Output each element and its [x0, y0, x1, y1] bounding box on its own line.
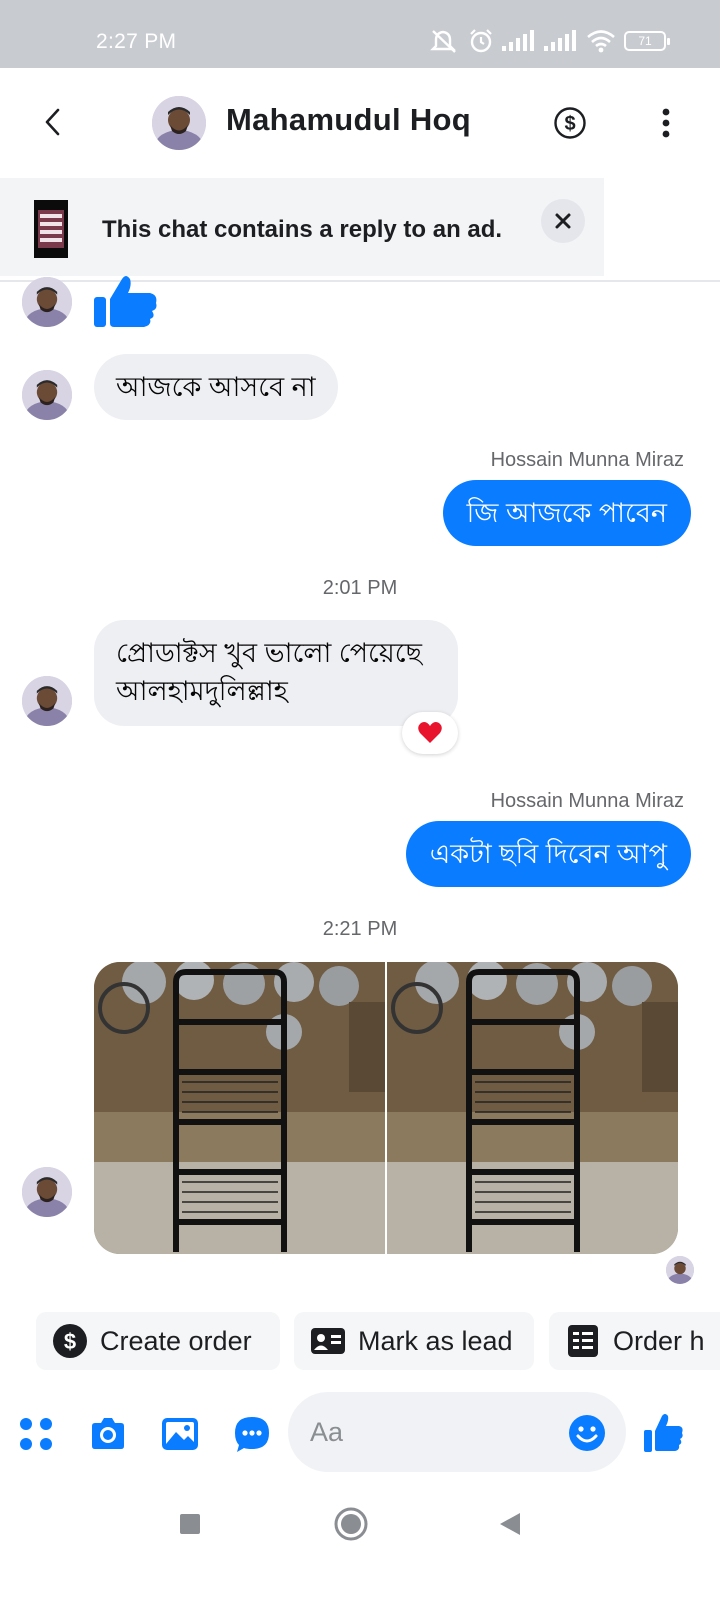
message-text: আজকে আসবে না: [116, 372, 316, 402]
ad-banner-text: This chat contains a reply to an ad.: [102, 216, 503, 243]
photo-attachment[interactable]: [387, 962, 678, 1254]
status-bar: 2:27 PM 71: [0, 0, 720, 68]
document-list-icon: [568, 1325, 598, 1357]
status-time: 2:27 PM: [96, 30, 177, 53]
message-text: জি আজকে পাবেন: [466, 498, 667, 528]
sender-name: Hossain Munna Miraz: [490, 449, 684, 471]
message-text: একটা ছবি দিবেন আপু: [429, 839, 667, 869]
home-icon[interactable]: [334, 1507, 368, 1541]
system-navigation-bar: [0, 1490, 720, 1600]
dollar-circle-icon: $: [53, 1324, 87, 1358]
status-icons: 71: [430, 28, 670, 54]
alarm-icon: [470, 29, 492, 53]
ad-thumbnail: [34, 200, 68, 258]
mark-as-lead-label: Mark as lead: [358, 1325, 513, 1356]
back-nav-icon[interactable]: [496, 1510, 524, 1538]
close-icon: [555, 213, 571, 229]
avatar[interactable]: [22, 277, 72, 327]
quick-actions-bar: $ Create order Mark as lead Order h: [0, 1312, 720, 1370]
contact-name[interactable]: Mahamudul Hoq: [226, 102, 471, 138]
create-order-label: Create order: [100, 1325, 252, 1356]
signal-1-icon: [502, 30, 534, 51]
create-order-button[interactable]: $ Create order: [36, 1312, 280, 1370]
heart-icon: [418, 722, 442, 743]
svg-text:$: $: [64, 1329, 76, 1354]
seen-indicator-avatar: [666, 1256, 694, 1284]
order-history-label: Order h: [613, 1325, 705, 1356]
contact-card-icon: [311, 1328, 345, 1354]
smiley-icon[interactable]: [568, 1414, 606, 1452]
dollar-circle-icon[interactable]: $: [553, 106, 587, 140]
avatar-photo: [152, 96, 206, 150]
apps-icon[interactable]: [16, 1414, 56, 1454]
message-text-line: আলহামদুলিল্লাহ: [116, 676, 288, 706]
order-history-button[interactable]: Order h: [549, 1312, 720, 1370]
more-vertical-icon[interactable]: [650, 106, 682, 140]
image-icon[interactable]: [160, 1414, 200, 1454]
wifi-icon: [587, 30, 615, 53]
mute-icon: [430, 30, 456, 53]
chat-bubble-icon[interactable]: [232, 1414, 272, 1454]
message-text-line: প্রোডাক্টস খুব ভালো পেয়েছে: [116, 638, 423, 668]
close-button[interactable]: [541, 199, 585, 243]
chat-header: Mahamudul Hoq $: [0, 68, 720, 176]
svg-text:$: $: [564, 113, 575, 135]
avatar[interactable]: [22, 370, 72, 420]
photo-attachment[interactable]: [94, 962, 385, 1254]
ad-reply-banner: This chat contains a reply to an ad.: [0, 178, 604, 276]
avatar[interactable]: [152, 96, 206, 150]
message-composer: [0, 1392, 720, 1474]
battery-indicator: 71: [624, 31, 670, 51]
timestamp: 2:21 PM: [322, 918, 398, 940]
chevron-left-icon[interactable]: [36, 100, 72, 144]
thumbs-up-icon[interactable]: [642, 1412, 684, 1454]
photo-attachment-group[interactable]: [94, 962, 678, 1254]
message-bubble-outgoing[interactable]: একটা ছবি দিবেন আপু: [405, 821, 691, 887]
message-bubble-outgoing[interactable]: জি আজকে পাবেন: [442, 480, 691, 546]
recents-icon[interactable]: [178, 1512, 202, 1536]
message-bubble-incoming[interactable]: প্রোডাক্টস খুব ভালো পেয়েছে আলহামদুলিল্ল…: [94, 620, 458, 726]
avatar[interactable]: [22, 1167, 72, 1217]
mark-as-lead-button[interactable]: Mark as lead: [294, 1312, 534, 1370]
message-input[interactable]: [310, 1412, 560, 1452]
camera-icon[interactable]: [88, 1414, 128, 1454]
message-input-container: [288, 1392, 626, 1472]
avatar[interactable]: [22, 676, 72, 726]
thumbs-up-icon: [94, 276, 157, 327]
message-bubble-incoming[interactable]: আজকে আসবে না: [94, 354, 338, 420]
reaction-badge[interactable]: [402, 712, 458, 754]
timestamp: 2:01 PM: [322, 577, 398, 599]
signal-2-icon: [544, 30, 576, 51]
sender-name: Hossain Munna Miraz: [490, 790, 684, 812]
